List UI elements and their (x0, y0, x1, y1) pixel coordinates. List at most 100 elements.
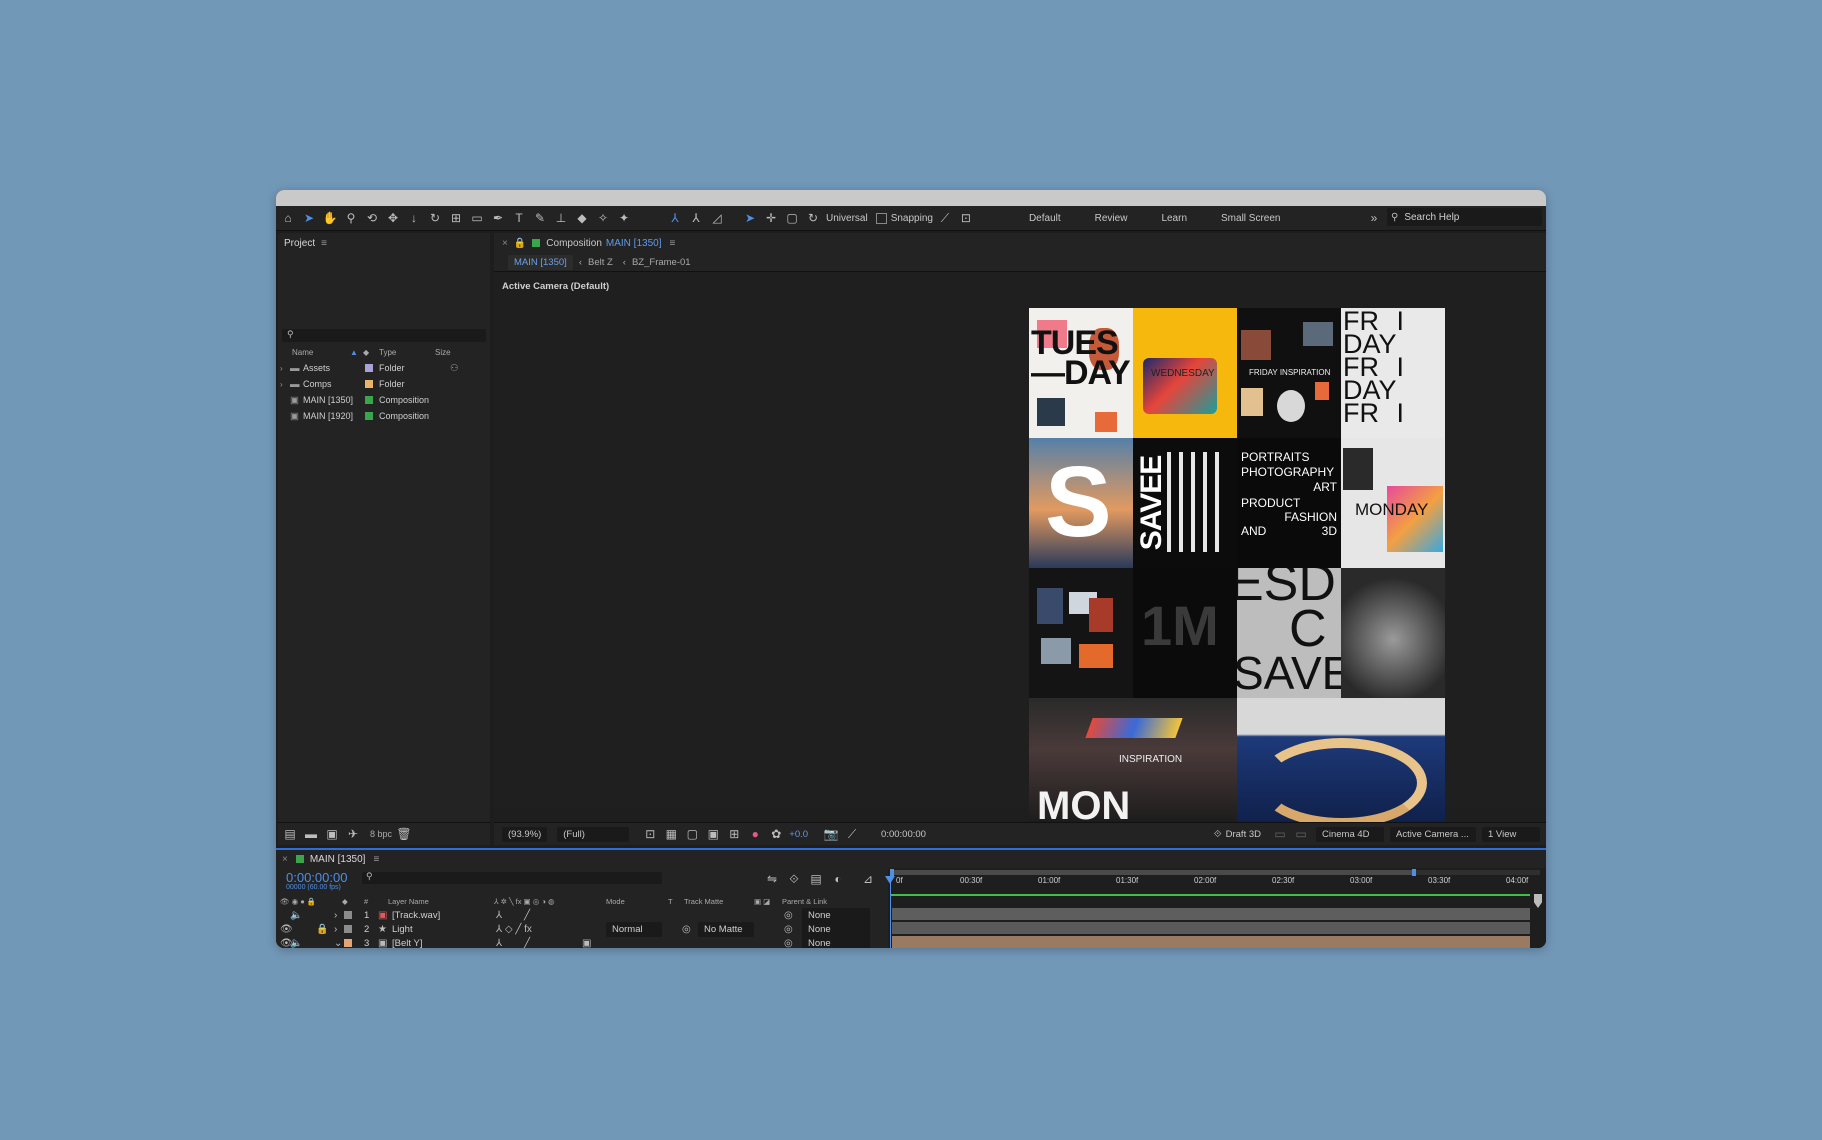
time-ruler[interactable]: 0f 00:30f 01:00f 01:30f 02:00f 02:30f 03… (888, 876, 1546, 890)
current-time-display[interactable]: 0:00:00:00 (875, 827, 932, 842)
renderer-dropdown[interactable]: Cinema 4D (1316, 826, 1384, 842)
region-of-interest-icon[interactable]: ▣ (704, 825, 722, 843)
pickwhip-icon[interactable]: ◎ (784, 910, 793, 921)
frame-blending-icon[interactable]: ▤ (807, 870, 825, 888)
collapse-chevron-icon[interactable]: ⌄ (334, 938, 342, 949)
timeline-search-input[interactable]: ⚲ (362, 871, 662, 884)
label-tag-icon[interactable]: ◆ (363, 348, 369, 357)
project-item[interactable]: › ▬ Assets Folder ⚇ (278, 361, 490, 375)
project-item[interactable]: ▣ MAIN [1920] Composition (278, 409, 490, 423)
draft-3d-label[interactable]: Draft 3D (1226, 829, 1261, 840)
snap-options-icon[interactable]: ⟋ (936, 209, 954, 227)
lock-icon[interactable]: 🔒 (514, 238, 526, 249)
draft-3d-icon[interactable]: ⟐ (1214, 829, 1222, 840)
3d-rotate-icon[interactable]: ↻ (804, 209, 822, 227)
interpret-footage-icon[interactable]: ▤ (281, 825, 299, 843)
quality-switch-icon[interactable]: ╱ (524, 938, 530, 949)
panel-menu-icon[interactable]: ≡ (669, 238, 675, 249)
label-swatch[interactable] (344, 939, 352, 947)
pickwhip-icon[interactable]: ◎ (784, 924, 793, 935)
hand-tool-icon[interactable]: ✋ (321, 209, 339, 227)
expand-chevron-icon[interactable]: › (334, 924, 337, 935)
color-management-icon[interactable]: ✿ (767, 825, 785, 843)
timeline-graph[interactable]: 0f 00:30f 01:00f 01:30f 02:00f 02:30f 03… (885, 868, 1546, 948)
3d-move-icon[interactable]: ✛ (762, 209, 780, 227)
snap-grid-icon[interactable]: ⊡ (957, 209, 975, 227)
pen-tool-icon[interactable]: ✒ (489, 209, 507, 227)
expand-chevron-icon[interactable]: › (334, 910, 337, 921)
snapshot-icon[interactable]: 📷 (822, 825, 840, 843)
universal-label[interactable]: Universal (826, 213, 868, 224)
audio-icon[interactable]: 🔈 (290, 938, 302, 949)
type-tool-icon[interactable]: T (510, 209, 528, 227)
bit-depth-button[interactable]: 8 bpc (370, 829, 392, 839)
flowchart-icon[interactable]: ⚇ (450, 363, 459, 374)
quality-switch-icon[interactable]: ╱ (524, 910, 530, 921)
parent-dropdown[interactable]: None (802, 907, 870, 923)
exposure-value[interactable]: +0.0 (789, 829, 808, 840)
project-panel-title[interactable]: Project (284, 238, 315, 249)
label-swatch[interactable] (365, 412, 373, 420)
mask-visibility-icon[interactable]: ▢ (683, 825, 701, 843)
composition-tab-prefix[interactable]: Composition (546, 238, 602, 249)
comp-mini-flowchart-icon[interactable]: ⇋ (763, 870, 781, 888)
breadcrumb-frame[interactable]: BZ_Frame-01 (632, 257, 691, 268)
orbit-tool-icon[interactable]: ⟲ (363, 209, 381, 227)
graph-editor-icon[interactable]: ⊿ (859, 870, 877, 888)
camera-dropdown[interactable]: Active Camera ... (1390, 826, 1476, 842)
label-swatch[interactable] (344, 925, 352, 933)
audio-icon[interactable]: 🔈 (290, 910, 302, 921)
axis-local-icon[interactable]: ⅄ (666, 209, 684, 227)
work-area-start-handle[interactable] (890, 869, 894, 876)
layer-name[interactable]: [Belt Y] (392, 938, 422, 949)
composition-tab-name[interactable]: MAIN [1350] (606, 238, 662, 249)
shy-switch-icon[interactable]: ⅄ (496, 910, 502, 921)
sort-arrow-icon[interactable]: ▲ (350, 348, 358, 357)
pan-behind-tool-icon[interactable]: ⊞ (447, 209, 465, 227)
draft-3d-toggle-icon[interactable]: ⟐ (785, 870, 803, 888)
3d-layer-switch-icon[interactable]: ▣ (582, 938, 591, 949)
blend-mode-dropdown[interactable]: Normal (606, 921, 662, 937)
snapping-checkbox[interactable] (875, 212, 887, 224)
workspace-review[interactable]: Review (1095, 213, 1128, 224)
col-size[interactable]: Size (435, 348, 451, 357)
transparency-grid-icon[interactable]: ▦ (662, 825, 680, 843)
fast-previews-icon[interactable]: ⊡ (641, 825, 659, 843)
rotate-tool-icon[interactable]: ↻ (426, 209, 444, 227)
layer-name[interactable]: Light (392, 924, 413, 935)
pickwhip-icon[interactable]: ◎ (784, 938, 793, 949)
color-channels-icon[interactable]: ● (746, 825, 764, 843)
ground-plane-icon[interactable]: ▭ (1292, 825, 1310, 843)
workspace-default[interactable]: Default (1029, 213, 1061, 224)
clone-stamp-tool-icon[interactable]: ⊥ (552, 209, 570, 227)
shy-switch-icon[interactable]: ⅄ ◇ ╱ fx (496, 924, 532, 935)
panel-menu-icon[interactable]: ≡ (373, 854, 379, 865)
work-area-range[interactable] (890, 870, 1412, 875)
timeline-timecode[interactable]: 0:00:00:00 (286, 870, 347, 885)
col-type[interactable]: Type (379, 348, 396, 357)
roto-brush-tool-icon[interactable]: ✧ (594, 209, 612, 227)
axis-view-icon[interactable]: ◿ (708, 209, 726, 227)
project-item[interactable]: › ▬ Comps Folder (278, 377, 490, 391)
brush-tool-icon[interactable]: ✎ (531, 209, 549, 227)
extended-viewer-icon[interactable]: ▭ (1271, 825, 1289, 843)
eraser-tool-icon[interactable]: ◆ (573, 209, 591, 227)
search-help-field[interactable]: ⚲ Search Help (1387, 208, 1542, 226)
more-workspaces-icon[interactable]: » (1365, 209, 1383, 227)
work-area-bar[interactable] (890, 869, 1540, 876)
zoom-dropdown[interactable]: (93.9%) (502, 826, 548, 842)
lock-icon[interactable]: 🔒 (316, 924, 328, 935)
playhead-line[interactable] (890, 876, 891, 948)
label-swatch[interactable] (365, 380, 373, 388)
label-swatch[interactable] (365, 396, 373, 404)
expand-chevron-icon[interactable]: › (280, 364, 283, 373)
layer-name[interactable]: [Track.wav] (392, 910, 440, 921)
visibility-eye-icon[interactable]: 👁 (280, 924, 293, 935)
render-queue-icon[interactable]: ✈ (344, 825, 362, 843)
label-swatch[interactable] (365, 364, 373, 372)
composition-viewer[interactable]: Active Camera (Default) TUES—DAY WEDNESD… (494, 273, 1546, 827)
timeline-tab-name[interactable]: MAIN [1350] (310, 854, 366, 865)
3d-select-icon[interactable]: ➤ (741, 209, 759, 227)
grid-guides-icon[interactable]: ⊞ (725, 825, 743, 843)
layer-row[interactable]: 🔈 › 1 ▣ [Track.wav] ⅄ ╱ ◎ None (276, 907, 888, 923)
